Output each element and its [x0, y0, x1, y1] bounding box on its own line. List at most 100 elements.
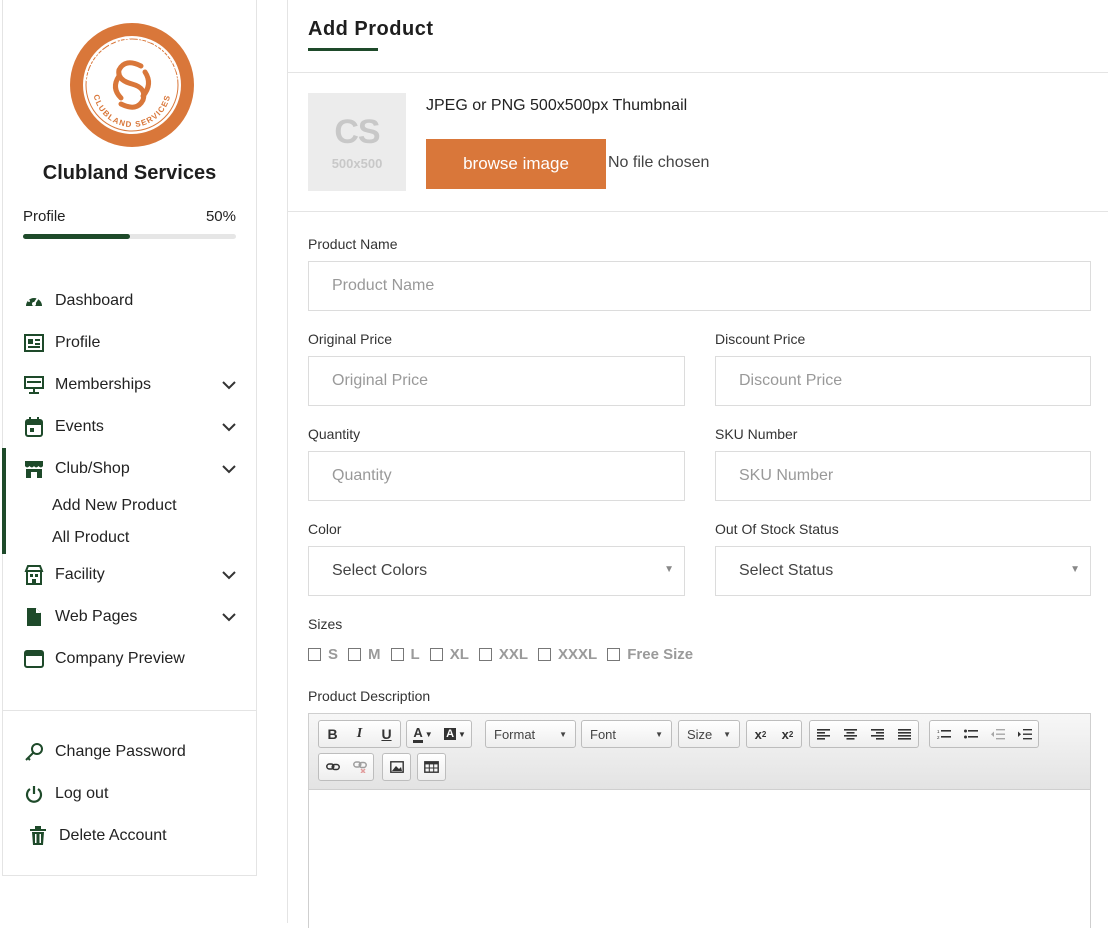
profile-progress-fill [23, 234, 130, 239]
size-option-xl[interactable]: XL [429, 646, 469, 663]
product-name-label: Product Name [308, 236, 398, 252]
chevron-down-icon [222, 613, 236, 622]
size-option-label: XXXL [558, 646, 598, 663]
size-checkbox[interactable] [429, 648, 443, 661]
size-option-xxl[interactable]: XXL [478, 646, 529, 663]
bulleted-list-icon[interactable] [957, 721, 984, 747]
sku-number-input[interactable]: SKU Number [715, 451, 1091, 501]
size-checkbox[interactable] [607, 648, 621, 661]
sidebar-item-dashboard[interactable]: Dashboard [3, 280, 256, 322]
underline-icon[interactable]: U [373, 721, 400, 747]
sku-number-label: SKU Number [715, 426, 798, 442]
format-dropdown[interactable]: Format ▼ [485, 720, 576, 748]
sidebar-item-label: Log out [55, 785, 109, 802]
size-dropdown[interactable]: Size ▼ [678, 720, 740, 748]
store-icon [23, 458, 45, 480]
size-option-label: XL [449, 646, 469, 663]
stock-status-select[interactable]: Select Status ▼ [715, 546, 1091, 596]
sizes-label: Sizes [308, 616, 343, 632]
size-option-free-size[interactable]: Free Size [607, 646, 693, 663]
discount-price-input[interactable]: Discount Price [715, 356, 1091, 406]
size-option-l[interactable]: L [390, 646, 420, 663]
size-option-label: M [368, 646, 381, 663]
subscript-icon[interactable]: x2 [747, 721, 774, 747]
sidebar-item-web-pages[interactable]: Web Pages [3, 596, 256, 638]
size-checkbox[interactable] [538, 648, 552, 661]
chevron-down-icon [222, 423, 236, 432]
unlink-icon[interactable] [346, 754, 373, 780]
sidebar-nav: Dashboard Profile Memberships Events Clu… [2, 280, 256, 680]
sidebar-item-facility[interactable]: Facility [3, 554, 256, 596]
sidebar-item-company-preview[interactable]: Company Preview [3, 638, 256, 680]
toolbar-links [318, 753, 374, 781]
sidebar-item-memberships[interactable]: Memberships [3, 364, 256, 406]
thumbnail-placeholder-initials: CS [334, 113, 380, 151]
size-option-s[interactable]: S [308, 646, 338, 663]
membership-card-icon [23, 374, 45, 396]
size-checkbox[interactable] [308, 648, 321, 661]
browse-image-button[interactable]: browse image [426, 139, 606, 189]
product-name-input[interactable]: Product Name [308, 261, 1091, 311]
profile-completion: Profile 50% [23, 208, 236, 225]
table-icon[interactable] [418, 754, 445, 780]
align-center-icon[interactable] [837, 721, 864, 747]
power-icon [23, 783, 45, 805]
caret-down-icon: ▼ [559, 729, 567, 739]
text-color-icon[interactable]: A ▼ [407, 721, 439, 747]
stock-status-select-value: Select Status [739, 562, 834, 579]
background-color-icon[interactable]: A ▼ [439, 721, 471, 747]
numbered-list-icon[interactable]: 12 [930, 721, 957, 747]
toolbar-basic-styles: B I U [318, 720, 401, 748]
sidebar-subitem-add-new-product[interactable]: Add New Product [6, 490, 256, 522]
quantity-input[interactable]: Quantity [308, 451, 685, 501]
indent-icon[interactable] [1011, 721, 1038, 747]
superscript-icon[interactable]: x2 [774, 721, 801, 747]
sidebar-item-events[interactable]: Events [3, 406, 256, 448]
discount-price-label: Discount Price [715, 331, 806, 347]
align-left-icon[interactable] [810, 721, 837, 747]
sizes-options: S M L XL XXL XXXL Free Size [308, 646, 703, 663]
trash-icon [27, 825, 49, 847]
sidebar-item-label: Change Password [55, 743, 186, 760]
color-select[interactable]: Select Colors ▼ [308, 546, 685, 596]
sidebar-item-label: Events [55, 418, 104, 435]
sidebar-item-profile[interactable]: Profile [3, 322, 256, 364]
size-option-m[interactable]: M [348, 646, 381, 663]
page-title: Add Product [308, 18, 434, 40]
align-right-icon[interactable] [864, 721, 891, 747]
sidebar-item-club-shop[interactable]: Club/Shop [6, 448, 256, 490]
outdent-icon[interactable] [984, 721, 1011, 747]
chevron-down-icon [222, 465, 236, 474]
main-content: Add Product CS 500x500 JPEG or PNG 500x5… [287, 0, 1108, 928]
size-option-xxxl[interactable]: XXXL [538, 646, 597, 663]
sidebar-item-label: Memberships [55, 376, 152, 393]
font-dropdown[interactable]: Font ▼ [581, 720, 672, 748]
size-checkbox[interactable] [390, 648, 404, 661]
size-option-label: XXL [498, 646, 529, 663]
original-price-input[interactable]: Original Price [308, 356, 685, 406]
editor-content-area[interactable] [309, 790, 1090, 928]
size-checkbox[interactable] [348, 648, 362, 661]
editor-toolbar: B I U A ▼ A ▼ Format ▼ Font ▼ Size ▼ x2 x2 [309, 714, 1090, 790]
profile-completion-percent: 50% [205, 208, 236, 225]
sidebar-item-change-password[interactable]: Change Password [3, 731, 256, 773]
size-checkbox[interactable] [478, 648, 492, 661]
select-caret-icon: ▼ [664, 564, 674, 575]
sidebar-subitem-all-product[interactable]: All Product [6, 522, 256, 554]
sidebar-divider [3, 710, 256, 711]
bold-icon[interactable]: B [319, 721, 346, 747]
align-justify-icon[interactable] [891, 721, 918, 747]
font-dropdown-label: Font [590, 726, 617, 742]
svg-text:1: 1 [937, 729, 940, 734]
sidebar-item-log-out[interactable]: Log out [3, 773, 256, 815]
italic-icon[interactable]: I [346, 721, 373, 747]
size-dropdown-label: Size [687, 726, 713, 742]
size-option-label: Free Size [627, 646, 694, 663]
link-icon[interactable] [319, 754, 346, 780]
header-divider [288, 72, 1108, 73]
sidebar-item-delete-account[interactable]: Delete Account [3, 815, 256, 857]
thumbnail-placeholder: CS 500x500 [308, 93, 406, 191]
svg-text:2: 2 [937, 735, 940, 740]
image-icon[interactable] [383, 754, 410, 780]
profile-progress-bar [23, 234, 236, 239]
